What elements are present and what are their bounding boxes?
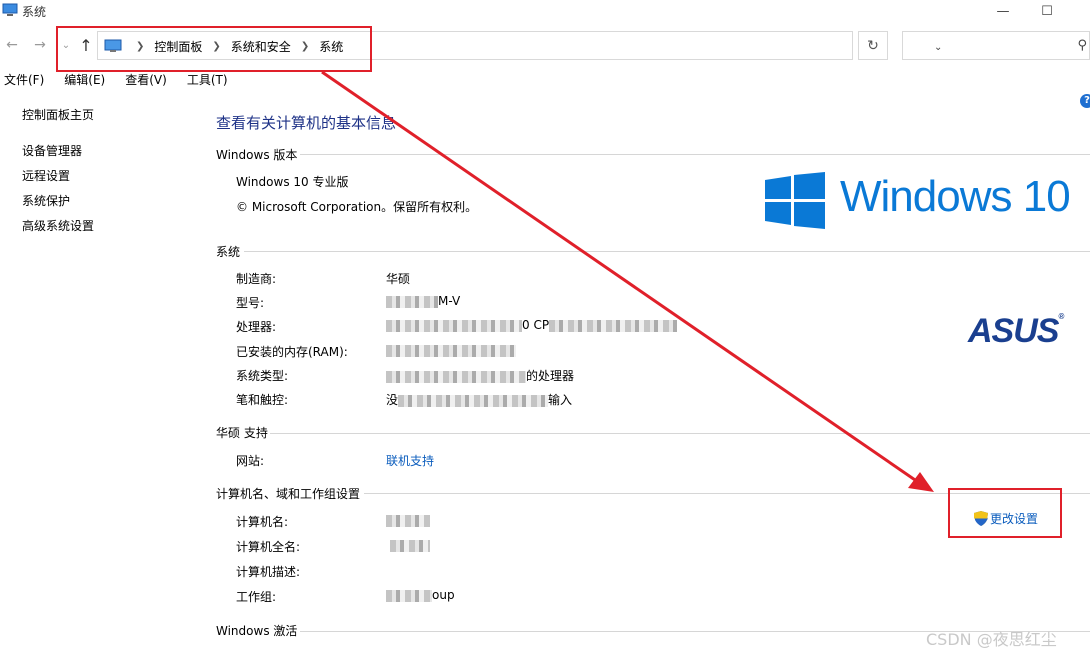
forward-button[interactable]: → <box>30 34 50 56</box>
title-bar: 系统 — ☐ <box>0 0 1090 22</box>
watermark: CSDN @夜思红尘 <box>926 630 1057 649</box>
asus-logo-text: ASUS <box>968 312 1059 350</box>
copyright-text: © Microsoft Corporation。保留所有权利。 <box>236 200 478 214</box>
workgroup-value-tail: oup <box>432 588 455 602</box>
maximize-button[interactable]: ☐ <box>1024 0 1070 22</box>
minimize-button[interactable]: — <box>980 0 1026 22</box>
highlight-change-settings-box <box>948 488 1062 538</box>
asus-logo: ASUS® <box>968 312 1064 350</box>
manufacturer-label: 制造商: <box>236 272 277 286</box>
pen-touch-value-tail: 输入 <box>548 393 573 407</box>
full-computer-name-value <box>386 538 430 552</box>
menu-view[interactable]: 查看(V) <box>121 70 175 90</box>
pen-touch-label: 笔和触控: <box>236 393 289 407</box>
website-label: 网站: <box>236 454 265 468</box>
section-support: 华硕 支持 <box>216 426 268 440</box>
sidebar-item-system-protection[interactable]: 系统保护 <box>22 192 70 209</box>
sidebar-item-remote-settings[interactable]: 远程设置 <box>22 167 70 184</box>
full-computer-name-label: 计算机全名: <box>236 540 301 554</box>
computer-name-value <box>386 513 430 527</box>
ram-value <box>386 343 516 357</box>
page-title: 查看有关计算机的基本信息 <box>216 114 397 132</box>
workgroup-value: oup <box>386 588 455 602</box>
sidebar-item-device-manager[interactable]: 设备管理器 <box>22 142 82 159</box>
menu-file[interactable]: 文件(F) <box>0 70 52 90</box>
search-icon: ⚲ <box>1077 38 1087 53</box>
menu-bar: 文件(F) 编辑(E) 查看(V) 工具(T) <box>0 70 1090 90</box>
workgroup-label: 工作组: <box>236 590 277 604</box>
sidebar-item-advanced-settings[interactable]: 高级系统设置 <box>22 217 94 234</box>
processor-value-tail: 0 CP <box>522 318 550 332</box>
highlight-breadcrumb-box <box>56 26 372 72</box>
pen-touch-value-head: 没 <box>386 393 399 407</box>
refresh-button[interactable]: ↻ <box>858 31 888 60</box>
processor-value: 0 CP <box>386 318 678 332</box>
computer-name-label: 计算机名: <box>236 515 289 529</box>
model-value-tail: M-V <box>438 294 461 308</box>
windows-logo-icon <box>765 172 825 229</box>
divider <box>300 154 1090 155</box>
model-label: 型号: <box>236 296 265 310</box>
section-windows-edition: Windows 版本 <box>216 148 298 162</box>
system-app-icon <box>2 3 18 16</box>
divider <box>270 433 1090 434</box>
system-type-label: 系统类型: <box>236 369 289 383</box>
processor-label: 处理器: <box>236 320 277 334</box>
system-type-value-tail: 的处理器 <box>526 369 575 383</box>
section-system: 系统 <box>216 245 241 259</box>
search-input[interactable]: ⚲ <box>902 31 1090 60</box>
section-computer-name: 计算机名、域和工作组设置 <box>216 487 361 501</box>
divider <box>244 251 1090 252</box>
window-title: 系统 <box>22 5 47 19</box>
windows-edition-value: Windows 10 专业版 <box>236 175 349 189</box>
online-support-link[interactable]: 联机支持 <box>386 452 434 469</box>
section-activation: Windows 激活 <box>216 624 298 638</box>
manufacturer-value: 华硕 <box>386 272 411 286</box>
windows-10-wordmark: Windows 10 <box>840 172 1071 221</box>
model-value: M-V <box>386 294 460 308</box>
system-type-value: 的处理器 <box>386 367 574 384</box>
computer-description-label: 计算机描述: <box>236 565 301 579</box>
sidebar-item-control-panel-home[interactable]: 控制面板主页 <box>22 106 94 123</box>
back-button[interactable]: ← <box>2 34 22 56</box>
ram-label: 已安装的内存(RAM): <box>236 345 348 359</box>
menu-edit[interactable]: 编辑(E) <box>60 70 113 90</box>
menu-tools[interactable]: 工具(T) <box>183 70 236 90</box>
pen-touch-value: 没 输入 <box>386 391 572 408</box>
help-icon[interactable]: ? <box>1080 94 1090 108</box>
